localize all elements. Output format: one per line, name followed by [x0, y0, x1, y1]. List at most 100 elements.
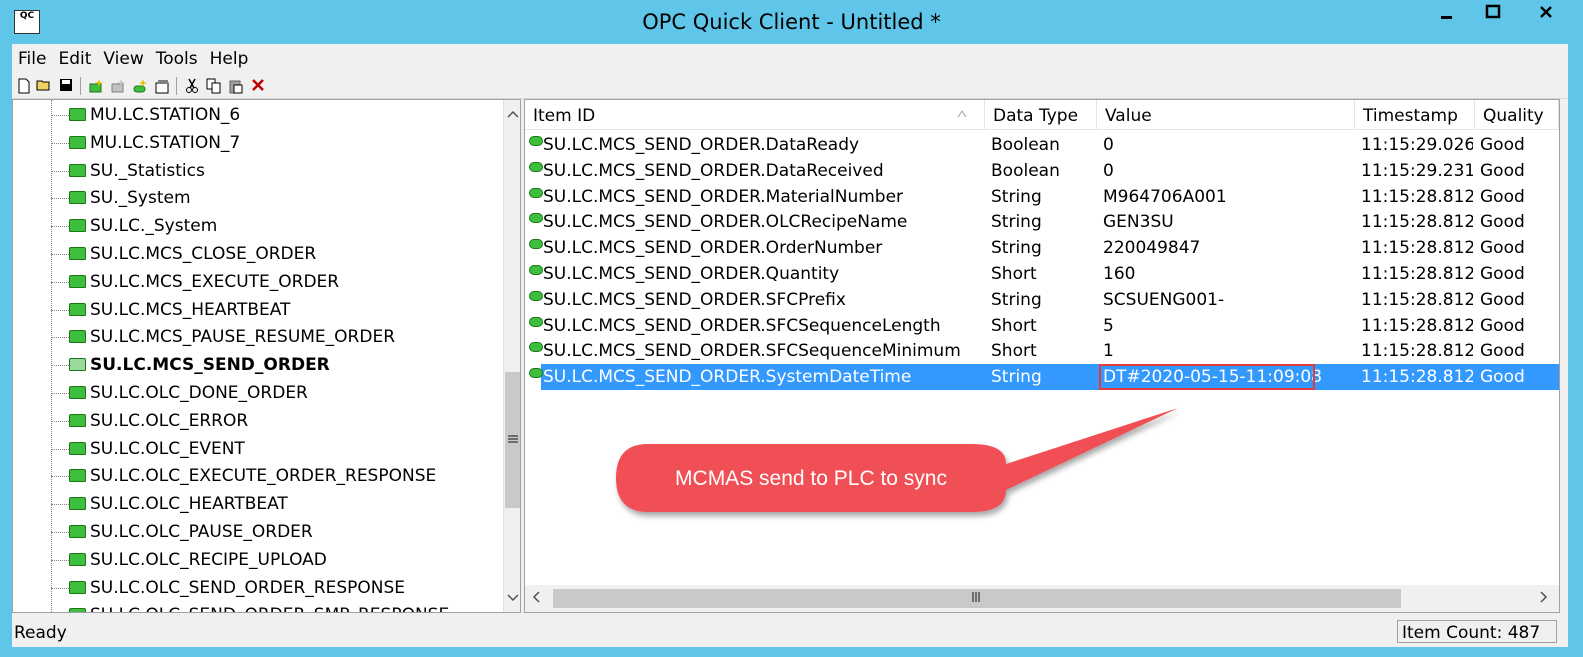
table-row[interactable]: SU.LC.MCS_SEND_ORDER.Quantity Short 160 11:… — [525, 261, 1559, 287]
timestamp-cell: 11:15:28.812 — [1361, 212, 1473, 233]
scroll-right-icon[interactable] — [1535, 589, 1552, 609]
tree-scroll-thumb[interactable] — [505, 372, 520, 508]
delete-icon[interactable] — [250, 78, 266, 94]
tree-item[interactable]: SU.LC.OLC_SEND_ORDER_SMP_RESPONSE — [13, 602, 449, 612]
tree-item-label: SU.LC.OLC_SEND_ORDER_SMP_RESPONSE — [90, 605, 449, 612]
column-header-data-type[interactable]: Data Type — [985, 100, 1097, 129]
timestamp-cell: 11:15:28.812 — [1361, 341, 1473, 362]
menu-tools[interactable]: Tools — [150, 44, 204, 74]
item-list-panel[interactable]: Item ID Data Type Value Timestamp Qualit… — [524, 99, 1560, 613]
tree-item[interactable]: SU._Statistics — [13, 158, 205, 185]
menu-help[interactable]: Help — [204, 44, 255, 74]
tree-item[interactable]: SU.LC.OLC_EXECUTE_ORDER_RESPONSE — [13, 463, 436, 490]
list-horizontal-scrollbar[interactable] — [525, 585, 1559, 612]
menu-edit[interactable]: Edit — [52, 44, 97, 74]
tree-item[interactable]: SU.LC.MCS_PAUSE_RESUME_ORDER — [13, 324, 395, 351]
tree-item[interactable]: MU.LC.STATION_7 — [13, 130, 240, 157]
tree-item[interactable]: SU.LC.MCS_CLOSE_ORDER — [13, 241, 316, 268]
tree-item[interactable]: SU.LC.MCS_EXECUTE_ORDER — [13, 269, 339, 296]
table-row[interactable]: SU.LC.MCS_SEND_ORDER.SystemDateTime Strin… — [525, 364, 1559, 391]
folder-icon — [69, 302, 86, 316]
tree-connector — [51, 504, 69, 506]
tree-item[interactable]: SU.LC.OLC_DONE_ORDER — [13, 380, 308, 407]
scroll-left-icon[interactable] — [527, 589, 544, 609]
tag-icon — [529, 342, 543, 353]
tree-item[interactable]: SU.LC.OLC_PAUSE_ORDER — [13, 519, 313, 546]
timestamp-cell: 11:15:28.812 — [1361, 238, 1473, 259]
quality-cell: Good — [1480, 289, 1525, 310]
tree-item-label: SU.LC.OLC_RECIPE_UPLOAD — [90, 549, 327, 570]
save-icon[interactable] — [58, 78, 74, 94]
table-row[interactable]: SU.LC.MCS_SEND_ORDER.OLCRecipeName String… — [525, 209, 1559, 235]
tree-vertical-scrollbar[interactable] — [503, 100, 520, 612]
menu-bar: File Edit View Tools Help — [12, 44, 1568, 74]
data-type-cell: Short — [991, 341, 1037, 362]
new-group-icon[interactable] — [110, 78, 126, 94]
scroll-up-icon[interactable] — [504, 104, 520, 124]
menu-view[interactable]: View — [97, 44, 149, 74]
data-type-cell: Short — [991, 315, 1037, 336]
timestamp-cell: 11:15:29.026 — [1361, 135, 1473, 155]
tree-item[interactable]: SU.LC.OLC_EVENT — [13, 436, 245, 463]
table-row[interactable]: SU.LC.MCS_SEND_ORDER.SFCPrefix String SCSU… — [525, 287, 1559, 313]
tree-item-label: SU.LC.OLC_HEARTBEAT — [90, 494, 288, 515]
minimize-icon — [1441, 16, 1452, 19]
minimize-button[interactable] — [1424, 0, 1470, 30]
new-server-icon[interactable] — [88, 78, 104, 94]
quality-cell: Good — [1480, 341, 1525, 362]
tree-connector — [51, 559, 69, 561]
table-row[interactable]: SU.LC.MCS_SEND_ORDER.DataReceived Boolean… — [525, 158, 1559, 184]
tree-item[interactable]: SU.LC.OLC_ERROR — [13, 408, 248, 435]
folder-icon — [69, 413, 86, 427]
tag-icon — [529, 187, 543, 198]
tree-connector — [51, 393, 69, 394]
close-icon — [1540, 6, 1552, 18]
scroll-down-icon[interactable] — [504, 588, 520, 608]
column-header-quality[interactable]: Quality — [1475, 100, 1559, 129]
tree-item[interactable]: SU.LC.MCS_SEND_ORDER — [13, 352, 330, 379]
tree-item[interactable]: SU.LC.OLC_RECIPE_UPLOAD — [13, 547, 327, 574]
tree-item[interactable]: SU.LC.OLC_HEARTBEAT — [13, 491, 288, 518]
item-id-cell: SU.LC.MCS_SEND_ORDER.OrderNumber — [543, 238, 883, 259]
tree-item-label: SU.LC.OLC_ERROR — [90, 410, 249, 431]
tree-item[interactable]: MU.LC.STATION_6 — [13, 102, 240, 129]
tree-connector — [51, 142, 69, 144]
table-row[interactable]: SU.LC.MCS_SEND_ORDER.SFCSequenceMinimum S… — [525, 338, 1559, 364]
tree-connector — [51, 448, 69, 450]
item-id-cell: SU.LC.MCS_SEND_ORDER.SFCPrefix — [543, 289, 846, 310]
folder-icon — [69, 358, 86, 372]
maximize-button[interactable] — [1470, 0, 1516, 30]
table-row[interactable]: SU.LC.MCS_SEND_ORDER.SFCSequenceLength Sh… — [525, 313, 1559, 339]
column-header-value[interactable]: Value — [1097, 100, 1355, 129]
column-header-item-id[interactable]: Item ID — [525, 100, 985, 129]
menu-file[interactable]: File — [12, 44, 52, 74]
title-bar[interactable]: QC OPC Quick Client - Untitled * — [0, 0, 1583, 44]
column-header-timestamp[interactable]: Timestamp — [1355, 100, 1475, 129]
new-item-icon[interactable] — [132, 78, 148, 94]
open-icon[interactable] — [36, 78, 52, 94]
tree-item-label: SU.LC.MCS_CLOSE_ORDER — [90, 244, 317, 264]
tree-item[interactable]: SU._System — [13, 185, 191, 212]
quality-cell: Good — [1480, 186, 1525, 207]
tree-connector — [51, 420, 69, 422]
data-type-cell: String — [991, 212, 1042, 233]
value-cell: 5 — [1103, 315, 1114, 336]
folder-icon — [69, 108, 86, 121]
tree-item[interactable]: SU.LC._System — [13, 213, 217, 240]
tree-item[interactable]: SU.LC.MCS_HEARTBEAT — [13, 297, 290, 324]
properties-icon[interactable] — [154, 78, 170, 94]
group-tree-panel[interactable]: MU.LC.STATION_6 MU.LC.STATION_7 SU._Statis… — [12, 99, 521, 613]
tree-item-label: SU.LC.MCS_HEARTBEAT — [90, 299, 291, 320]
cut-icon[interactable] — [184, 78, 200, 94]
copy-icon[interactable] — [206, 78, 222, 94]
grip-icon — [508, 435, 518, 443]
new-icon[interactable] — [16, 78, 32, 94]
close-button[interactable] — [1516, 0, 1576, 30]
table-row[interactable]: SU.LC.MCS_SEND_ORDER.DataReady Boolean 0 11… — [525, 132, 1559, 158]
table-row[interactable]: SU.LC.MCS_SEND_ORDER.OrderNumber String 22… — [525, 235, 1559, 261]
value-cell: GEN3SU — [1103, 212, 1174, 233]
table-row[interactable]: SU.LC.MCS_SEND_ORDER.MaterialNumber Strin… — [525, 184, 1559, 210]
list-scroll-thumb[interactable] — [553, 589, 1401, 608]
tree-item[interactable]: SU.LC.OLC_SEND_ORDER_RESPONSE — [13, 575, 405, 602]
paste-icon[interactable] — [228, 78, 244, 94]
